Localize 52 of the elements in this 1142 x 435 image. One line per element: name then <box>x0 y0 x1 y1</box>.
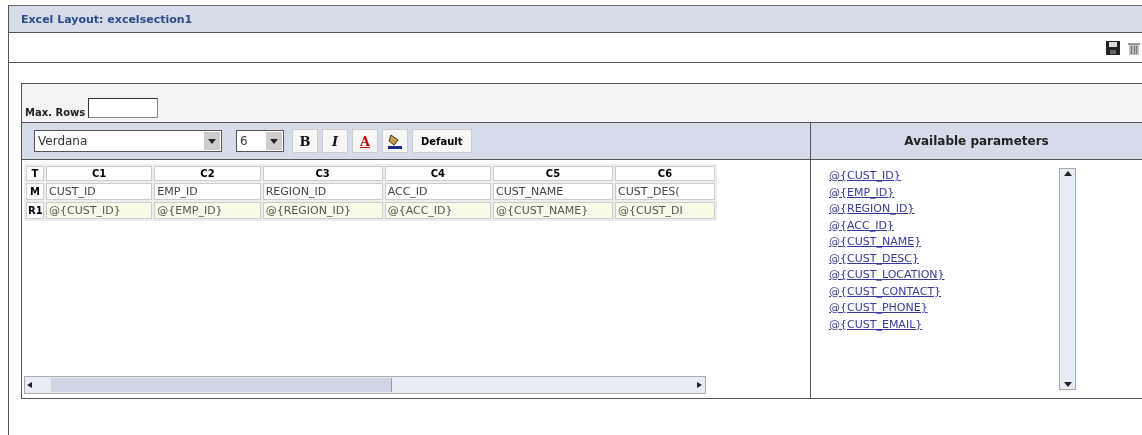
max-rows-label: Max. Rows <box>25 107 86 118</box>
window-title: Excel Layout: excelsection1 <box>9 6 1142 33</box>
field-cell: CUST_ID <box>46 183 153 200</box>
font-color-button[interactable]: A <box>352 129 378 153</box>
parameter-link[interactable]: @{CUST_NAME} <box>829 234 1039 251</box>
parameter-link[interactable]: @{CUST_PHONE} <box>829 300 1039 317</box>
panel-heading: Available parameters <box>811 123 1142 160</box>
parameter-link[interactable]: @{CUST_LOCATION} <box>829 267 1039 284</box>
paint-bucket-icon <box>388 133 402 149</box>
column-header: C3 <box>262 166 383 181</box>
column-header: C6 <box>615 166 715 181</box>
parameter-cell: @{CUST_NAME} <box>493 202 613 219</box>
parameter-link[interactable]: @{EMP_ID} <box>829 184 1039 201</box>
parameter-link[interactable]: @{ACC_ID} <box>829 217 1039 234</box>
parameter-cell: @{REGION_ID} <box>262 202 383 219</box>
italic-button[interactable]: I <box>322 129 348 153</box>
scroll-up-icon[interactable] <box>1062 169 1073 179</box>
dropdown-arrow-icon[interactable] <box>269 136 279 146</box>
field-cell: REGION_ID <box>262 183 383 200</box>
scroll-left-icon[interactable] <box>25 380 35 390</box>
parameter-link[interactable]: @{CUST_DESC} <box>829 250 1039 267</box>
field-cell: CUST_DES( <box>615 183 715 200</box>
field-cell: ACC_ID <box>384 183 491 200</box>
corner-header: T <box>26 166 44 181</box>
parameter-link[interactable]: @{CUST_ID} <box>829 168 1039 185</box>
row-header: M <box>26 183 44 200</box>
font-select[interactable]: Verdana <box>34 130 222 152</box>
scroll-down-icon[interactable] <box>1062 379 1073 389</box>
field-cell: EMP_ID <box>154 183 261 200</box>
save-icon[interactable] <box>1106 40 1120 55</box>
bold-button[interactable]: B <box>292 129 318 153</box>
parameter-link[interactable]: @{REGION_ID} <box>829 201 1039 218</box>
size-select[interactable]: 6 <box>236 130 284 152</box>
dropdown-arrow-icon[interactable] <box>207 136 217 146</box>
parameter-cell: @{ACC_ID} <box>384 202 491 219</box>
column-header: C1 <box>46 166 153 181</box>
default-button[interactable]: Default <box>412 129 472 153</box>
parameter-cell: @{EMP_ID} <box>154 202 261 219</box>
fill-color-button[interactable] <box>382 129 408 153</box>
trash-icon[interactable] <box>1128 40 1140 55</box>
field-cell: CUST_NAME <box>493 183 613 200</box>
vertical-scrollbar[interactable] <box>1059 168 1076 390</box>
row-header: R1 <box>26 202 44 219</box>
parameter-cell: @{CUST_ID} <box>46 202 153 219</box>
column-header: C2 <box>154 166 261 181</box>
parameter-link[interactable]: @{CUST_CONTACT} <box>829 283 1039 300</box>
parameter-cell: @{CUST_DI <box>615 202 715 219</box>
column-header: C5 <box>493 166 613 181</box>
max-rows-field[interactable] <box>88 98 159 118</box>
column-header: C4 <box>384 166 491 181</box>
horizontal-scrollbar[interactable] <box>24 376 706 394</box>
parameter-link[interactable]: @{CUST_EMAIL} <box>829 316 1039 333</box>
